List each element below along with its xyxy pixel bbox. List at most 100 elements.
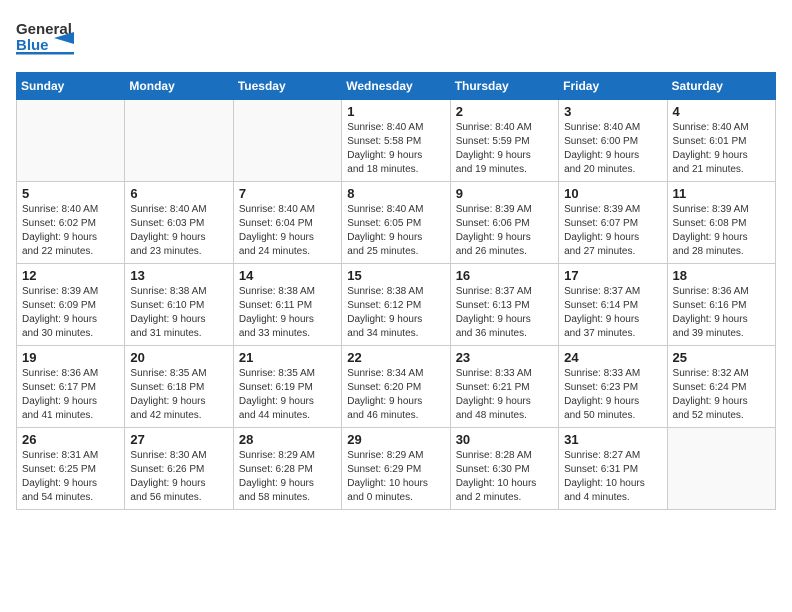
svg-text:Blue: Blue xyxy=(16,37,49,54)
calendar-cell xyxy=(233,100,341,182)
calendar-cell: 30 Sunrise: 8:28 AM Sunset: 6:30 PM Dayli… xyxy=(450,428,558,510)
day-info: Sunrise: 8:38 AM Sunset: 6:12 PM Dayligh… xyxy=(347,285,444,341)
weekday-header: Wednesday xyxy=(342,73,450,100)
day-number: 31 xyxy=(564,432,661,447)
day-number: 20 xyxy=(130,350,227,365)
day-info: Sunrise: 8:27 AM Sunset: 6:31 PM Dayligh… xyxy=(564,449,661,505)
calendar-cell: 4 Sunrise: 8:40 AM Sunset: 6:01 PM Daylig… xyxy=(667,100,775,182)
day-info: Sunrise: 8:33 AM Sunset: 6:21 PM Dayligh… xyxy=(456,367,553,423)
day-number: 15 xyxy=(347,268,444,283)
day-info: Sunrise: 8:40 AM Sunset: 5:59 PM Dayligh… xyxy=(456,121,553,177)
day-info: Sunrise: 8:35 AM Sunset: 6:18 PM Dayligh… xyxy=(130,367,227,423)
day-info: Sunrise: 8:38 AM Sunset: 6:10 PM Dayligh… xyxy=(130,285,227,341)
day-info: Sunrise: 8:40 AM Sunset: 6:03 PM Dayligh… xyxy=(130,203,227,259)
calendar-cell: 7Sunrise: 8:40 AM Sunset: 6:04 PM Daylig… xyxy=(233,182,341,264)
day-number: 5 xyxy=(22,186,119,201)
calendar-cell: 24Sunrise: 8:33 AM Sunset: 6:23 PM Dayli… xyxy=(559,346,667,428)
day-info: Sunrise: 8:39 AM Sunset: 6:09 PM Dayligh… xyxy=(22,285,119,341)
day-number: 14 xyxy=(239,268,336,283)
day-number: 16 xyxy=(456,268,553,283)
calendar-cell: 27 Sunrise: 8:30 AM Sunset: 6:26 PM Dayli… xyxy=(125,428,233,510)
calendar-cell: 9 Sunrise: 8:39 AM Sunset: 6:06 PM Daylig… xyxy=(450,182,558,264)
day-number: 26 xyxy=(22,432,119,447)
weekday-header: Monday xyxy=(125,73,233,100)
day-number: 29 xyxy=(347,432,444,447)
calendar-cell xyxy=(125,100,233,182)
day-number: 28 xyxy=(239,432,336,447)
day-info: Sunrise: 8:29 AM Sunset: 6:29 PM Dayligh… xyxy=(347,449,444,505)
day-info: Sunrise: 8:39 AM Sunset: 6:08 PM Dayligh… xyxy=(673,203,770,259)
day-number: 3 xyxy=(564,104,661,119)
day-number: 27 xyxy=(130,432,227,447)
calendar-week-row: 1Sunrise: 8:40 AM Sunset: 5:58 PM Daylig… xyxy=(17,100,776,182)
day-number: 9 xyxy=(456,186,553,201)
day-number: 10 xyxy=(564,186,661,201)
calendar-cell: 23Sunrise: 8:33 AM Sunset: 6:21 PM Dayli… xyxy=(450,346,558,428)
day-number: 2 xyxy=(456,104,553,119)
day-info: Sunrise: 8:28 AM Sunset: 6:30 PM Dayligh… xyxy=(456,449,553,505)
day-info: Sunrise: 8:38 AM Sunset: 6:11 PM Dayligh… xyxy=(239,285,336,341)
calendar-cell: 1Sunrise: 8:40 AM Sunset: 5:58 PM Daylig… xyxy=(342,100,450,182)
day-number: 12 xyxy=(22,268,119,283)
calendar-cell xyxy=(667,428,775,510)
calendar-cell: 16 Sunrise: 8:37 AM Sunset: 6:13 PM Dayli… xyxy=(450,264,558,346)
day-info: Sunrise: 8:29 AM Sunset: 6:28 PM Dayligh… xyxy=(239,449,336,505)
weekday-header: Sunday xyxy=(17,73,125,100)
calendar-cell: 6 Sunrise: 8:40 AM Sunset: 6:03 PM Daylig… xyxy=(125,182,233,264)
calendar-cell: 20 Sunrise: 8:35 AM Sunset: 6:18 PM Dayli… xyxy=(125,346,233,428)
calendar-week-row: 12 Sunrise: 8:39 AM Sunset: 6:09 PM Dayli… xyxy=(17,264,776,346)
day-info: Sunrise: 8:34 AM Sunset: 6:20 PM Dayligh… xyxy=(347,367,444,423)
calendar-cell: 25 Sunrise: 8:32 AM Sunset: 6:24 PM Dayli… xyxy=(667,346,775,428)
day-info: Sunrise: 8:40 AM Sunset: 6:02 PM Dayligh… xyxy=(22,203,119,259)
calendar-week-row: 26 Sunrise: 8:31 AM Sunset: 6:25 PM Dayli… xyxy=(17,428,776,510)
day-info: Sunrise: 8:36 AM Sunset: 6:17 PM Dayligh… xyxy=(22,367,119,423)
calendar-cell: 31 Sunrise: 8:27 AM Sunset: 6:31 PM Dayli… xyxy=(559,428,667,510)
day-info: Sunrise: 8:39 AM Sunset: 6:07 PM Dayligh… xyxy=(564,203,661,259)
weekday-header: Thursday xyxy=(450,73,558,100)
calendar-cell: 22 Sunrise: 8:34 AM Sunset: 6:20 PM Dayli… xyxy=(342,346,450,428)
calendar-cell: 14 Sunrise: 8:38 AM Sunset: 6:11 PM Dayli… xyxy=(233,264,341,346)
day-number: 24 xyxy=(564,350,661,365)
calendar-cell: 13 Sunrise: 8:38 AM Sunset: 6:10 PM Dayli… xyxy=(125,264,233,346)
calendar-cell: 10 Sunrise: 8:39 AM Sunset: 6:07 PM Dayli… xyxy=(559,182,667,264)
day-info: Sunrise: 8:30 AM Sunset: 6:26 PM Dayligh… xyxy=(130,449,227,505)
weekday-header: Tuesday xyxy=(233,73,341,100)
calendar-cell: 26 Sunrise: 8:31 AM Sunset: 6:25 PM Dayli… xyxy=(17,428,125,510)
day-number: 25 xyxy=(673,350,770,365)
day-number: 13 xyxy=(130,268,227,283)
day-number: 21 xyxy=(239,350,336,365)
logo-svg: General Blue xyxy=(16,16,76,60)
calendar-cell: 2 Sunrise: 8:40 AM Sunset: 5:59 PM Daylig… xyxy=(450,100,558,182)
day-number: 22 xyxy=(347,350,444,365)
calendar-cell: 8Sunrise: 8:40 AM Sunset: 6:05 PM Daylig… xyxy=(342,182,450,264)
day-number: 6 xyxy=(130,186,227,201)
day-info: Sunrise: 8:31 AM Sunset: 6:25 PM Dayligh… xyxy=(22,449,119,505)
day-info: Sunrise: 8:37 AM Sunset: 6:13 PM Dayligh… xyxy=(456,285,553,341)
weekday-header: Friday xyxy=(559,73,667,100)
logo: General Blue xyxy=(16,16,76,60)
day-info: Sunrise: 8:40 AM Sunset: 6:01 PM Dayligh… xyxy=(673,121,770,177)
calendar-cell: 17Sunrise: 8:37 AM Sunset: 6:14 PM Dayli… xyxy=(559,264,667,346)
calendar-cell: 19 Sunrise: 8:36 AM Sunset: 6:17 PM Dayli… xyxy=(17,346,125,428)
day-number: 17 xyxy=(564,268,661,283)
calendar-cell: 15 Sunrise: 8:38 AM Sunset: 6:12 PM Dayli… xyxy=(342,264,450,346)
day-number: 19 xyxy=(22,350,119,365)
calendar-week-row: 5 Sunrise: 8:40 AM Sunset: 6:02 PM Daylig… xyxy=(17,182,776,264)
calendar-cell: 5 Sunrise: 8:40 AM Sunset: 6:02 PM Daylig… xyxy=(17,182,125,264)
day-info: Sunrise: 8:32 AM Sunset: 6:24 PM Dayligh… xyxy=(673,367,770,423)
calendar-table: SundayMondayTuesdayWednesdayThursdayFrid… xyxy=(16,72,776,510)
day-info: Sunrise: 8:36 AM Sunset: 6:16 PM Dayligh… xyxy=(673,285,770,341)
day-info: Sunrise: 8:35 AM Sunset: 6:19 PM Dayligh… xyxy=(239,367,336,423)
day-number: 8 xyxy=(347,186,444,201)
calendar-cell: 21 Sunrise: 8:35 AM Sunset: 6:19 PM Dayli… xyxy=(233,346,341,428)
calendar-cell: 18 Sunrise: 8:36 AM Sunset: 6:16 PM Dayli… xyxy=(667,264,775,346)
day-number: 1 xyxy=(347,104,444,119)
calendar-week-row: 19 Sunrise: 8:36 AM Sunset: 6:17 PM Dayli… xyxy=(17,346,776,428)
day-number: 30 xyxy=(456,432,553,447)
day-number: 18 xyxy=(673,268,770,283)
day-info: Sunrise: 8:39 AM Sunset: 6:06 PM Dayligh… xyxy=(456,203,553,259)
calendar-cell xyxy=(17,100,125,182)
day-number: 4 xyxy=(673,104,770,119)
calendar-cell: 3Sunrise: 8:40 AM Sunset: 6:00 PM Daylig… xyxy=(559,100,667,182)
day-number: 7 xyxy=(239,186,336,201)
